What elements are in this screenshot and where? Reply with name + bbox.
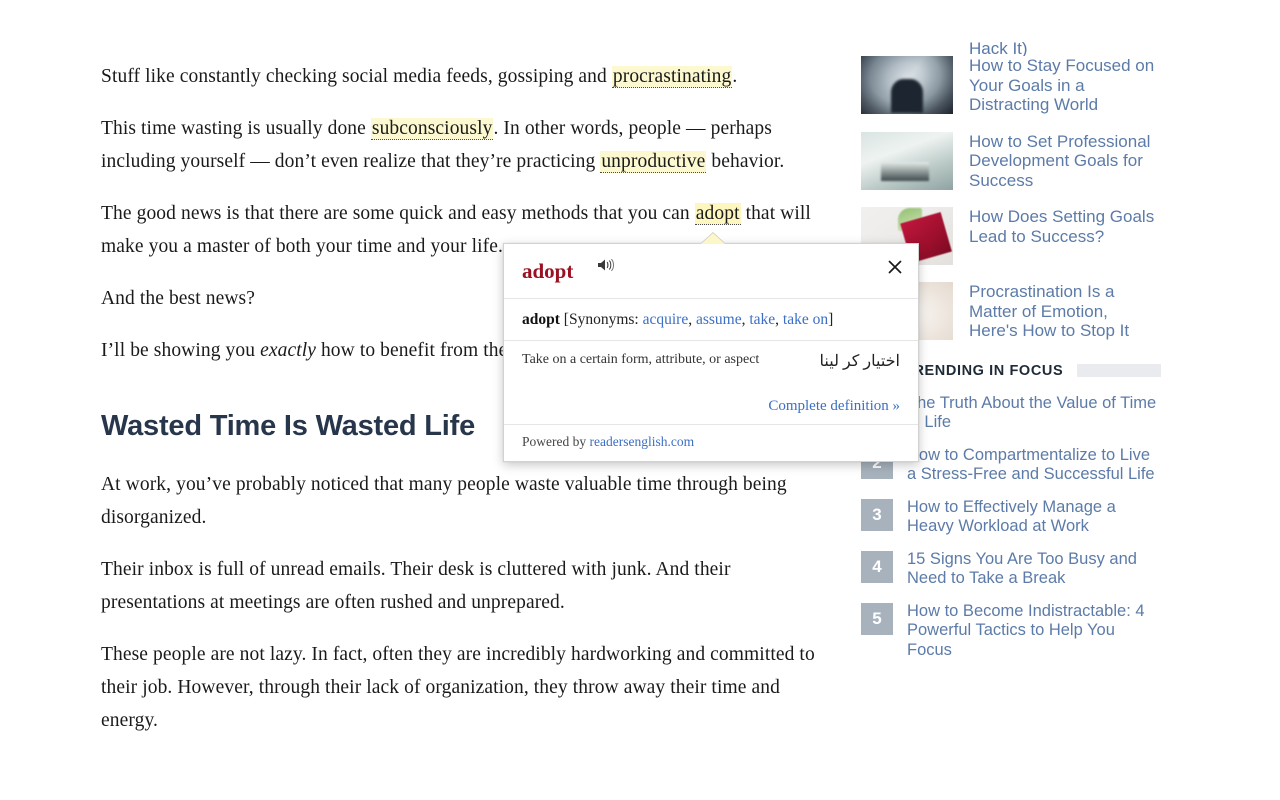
paragraph: Their inbox is full of unread emails. Th… xyxy=(101,558,731,613)
popup-word: adopt xyxy=(522,259,574,283)
highlighted-word[interactable]: subconsciously xyxy=(370,118,494,140)
trending-item-title[interactable]: How to Compartmentalize to Live a Stress… xyxy=(907,445,1161,485)
trending-rank-badge: 4 xyxy=(861,550,893,583)
trending-item-title[interactable]: How to Become Indistractable: 4 Powerful… xyxy=(907,601,1161,661)
trending-title: TRENDING IN FOCUS xyxy=(904,362,1064,379)
related-article-item[interactable]: How to Stay Focused on Your Goals in a D… xyxy=(861,56,1161,115)
definition-english: Take on a certain form, attribute, or as… xyxy=(522,352,760,367)
synonym-link[interactable]: acquire xyxy=(643,311,689,328)
trending-item-title[interactable]: The Truth About the Value of Time in Lif… xyxy=(907,393,1161,433)
emphasis-text: exactly xyxy=(260,340,316,361)
related-article-title[interactable]: Procrastination Is a Matter of Emotion, … xyxy=(969,282,1161,341)
paragraph: This time wasting is usually done subcon… xyxy=(101,118,785,173)
popup-arrow xyxy=(701,233,725,244)
related-article-title[interactable]: How Does Setting Goals Lead to Success? xyxy=(969,207,1161,246)
speaker-icon[interactable] xyxy=(597,258,615,277)
popup-footer: Powered by readersenglish.com xyxy=(504,425,918,461)
trending-item[interactable]: 5 How to Become Indistractable: 4 Powerfu… xyxy=(861,601,1161,661)
decorative-bar-right xyxy=(1077,364,1161,377)
popup-definition-row: Take on a certain form, attribute, or as… xyxy=(504,341,918,379)
entry-word: adopt xyxy=(522,311,560,328)
highlighted-word[interactable]: unproductive xyxy=(600,151,707,173)
related-article-title[interactable]: How to Stay Focused on Your Goals in a D… xyxy=(969,56,1161,115)
readersenglish-link[interactable]: readersenglish.com xyxy=(590,434,695,449)
trending-item[interactable]: 4 15 Signs You Are Too Busy and Need to T… xyxy=(861,549,1161,589)
paragraph: These people are not lazy. In fact, ofte… xyxy=(101,643,815,731)
popup-synonyms-row: adopt [Synonyms: acquire, assume, take, … xyxy=(504,299,918,341)
trending-item[interactable]: 3 How to Effectively Manage a Heavy Workl… xyxy=(861,497,1161,537)
highlighted-word[interactable]: procrastinating xyxy=(611,66,733,88)
related-article-item[interactable]: How to Set Professional Development Goal… xyxy=(861,131,1161,191)
trending-item-title[interactable]: 15 Signs You Are Too Busy and Need to Ta… xyxy=(907,549,1161,589)
paragraph: Stuff like constantly checking social me… xyxy=(101,66,738,88)
related-article-title[interactable]: How to Set Professional Development Goal… xyxy=(969,132,1161,191)
paragraph: At work, you’ve probably noticed that ma… xyxy=(101,473,787,528)
trending-item-title[interactable]: How to Effectively Manage a Heavy Worklo… xyxy=(907,497,1161,537)
thumb-laptop-meeting[interactable] xyxy=(861,131,953,190)
close-icon[interactable] xyxy=(886,258,904,276)
definition-urdu: اختیار کر لینا xyxy=(819,353,900,370)
dictionary-popup: adopt adopt [Synonyms: acquire, assume, … xyxy=(503,233,919,462)
popup-header: adopt xyxy=(504,244,918,299)
popup-complete-row: Complete definition » xyxy=(504,379,918,425)
clipped-related-title[interactable]: Hack It) xyxy=(969,38,1161,56)
powered-by-label: Powered by xyxy=(522,434,590,449)
highlighted-word[interactable]: adopt xyxy=(694,203,741,225)
trending-rank-badge: 3 xyxy=(861,498,893,531)
thumb-arms-raised[interactable] xyxy=(861,56,953,114)
synonym-link[interactable]: assume xyxy=(696,311,742,328)
trending-rank-badge: 5 xyxy=(861,602,893,635)
complete-definition-link[interactable]: Complete definition » xyxy=(768,398,900,414)
synonym-link[interactable]: take on xyxy=(783,311,828,328)
synonym-link[interactable]: take xyxy=(749,311,775,328)
